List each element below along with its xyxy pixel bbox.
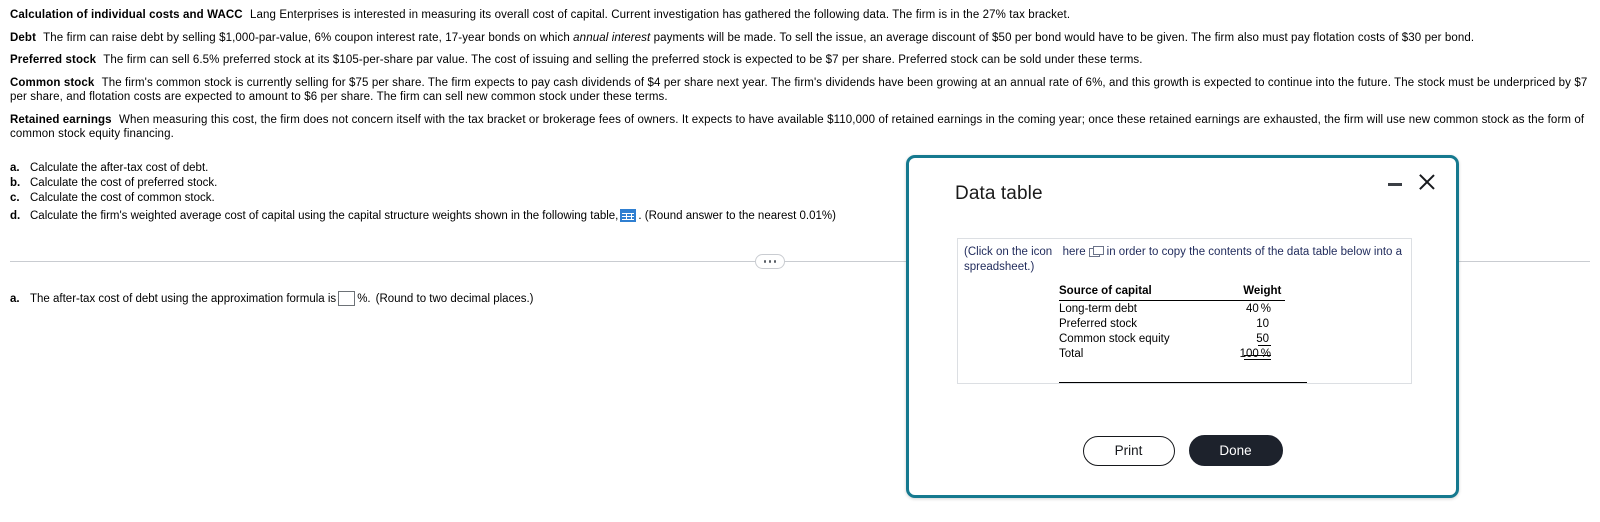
page-root: Calculation of individual costs and WACC… (0, 0, 1600, 522)
question-item-a: a. Calculate the after-tax cost of debt. (10, 161, 836, 176)
weight-value: 50 (1256, 333, 1269, 345)
table-bottom-rule (1059, 382, 1307, 384)
answer-text-before: The after-tax cost of debt using the app… (30, 292, 337, 305)
problem-intro-text: Lang Enterprises is interested in measur… (250, 9, 1071, 21)
debt-label: Debt (10, 31, 37, 44)
problem-intro-paragraph: Calculation of individual costs and WACC… (10, 8, 1592, 23)
question-label-b: b. (10, 177, 21, 189)
question-list: a. Calculate the after-tax cost of debt.… (10, 161, 836, 224)
common-stock-label: Common stock (10, 76, 95, 89)
weight-percent: % (1260, 303, 1271, 315)
question-text-a: Calculate the after-tax cost of debt. (30, 162, 209, 174)
retained-earnings-label: Retained earnings (10, 113, 112, 126)
problem-statement: Calculation of individual costs and WACC… (10, 8, 1592, 150)
print-button[interactable]: Print (1082, 435, 1175, 466)
question-text-b: Calculate the cost of preferred stock. (30, 177, 218, 189)
common-stock-text: The firm's common stock is currently sel… (10, 76, 1588, 104)
table-grid-icon[interactable] (620, 209, 637, 222)
debt-text-part1: The firm can raise debt by selling $1,00… (43, 31, 570, 44)
question-text-c: Calculate the cost of common stock. (30, 192, 215, 204)
preferred-stock-label: Preferred stock (10, 54, 97, 66)
cell-source-long-term-debt: Long-term debt (1059, 303, 1137, 315)
answer-unit: %. (357, 292, 371, 305)
answer-row-a: a. The after-tax cost of debt using the … (10, 291, 534, 306)
done-button[interactable]: Done (1188, 435, 1283, 466)
question-text-d: Calculate the firm's weighted average co… (30, 209, 836, 224)
preferred-stock-text: The firm can sell 6.5% preferred stock a… (103, 54, 1143, 66)
question-label-c: c. (10, 192, 20, 204)
question-label-d: d. (10, 210, 21, 222)
note-here-text: here (1062, 246, 1086, 258)
question-item-c: c. Calculate the cost of common stock. (10, 191, 836, 206)
table-row: Long-term debt 40% (1059, 301, 1285, 317)
debt-paragraph: Debt The firm can raise debt by selling … (10, 31, 1592, 46)
question-text-d-before: Calculate the firm's weighted average co… (30, 210, 619, 222)
copy-instruction-note: (Click on the icon here in order to copy … (964, 245, 1404, 275)
preferred-stock-paragraph: Preferred stock The firm can sell 6.5% p… (10, 53, 1592, 68)
dialog-content-box: (Click on the icon here in order to copy … (957, 238, 1412, 384)
weight-value: 100 (1239, 348, 1259, 360)
column-header-weight: Weight (1239, 285, 1285, 301)
cell-weight-long-term-debt: 40% (1240, 301, 1285, 317)
answer-text-after: (Round to two decimal places.) (375, 292, 534, 305)
problem-title: Calculation of individual costs and WACC (10, 9, 243, 21)
table-header-row: Source of capital Weight (1059, 285, 1285, 301)
dialog-title: Data table (955, 183, 1043, 204)
weight-percent: % (1260, 348, 1271, 360)
question-text-d-after: . (Round answer to the nearest 0.01%) (638, 210, 836, 222)
cell-weight-common-stock-equity: 50 (1240, 331, 1285, 346)
dot (773, 260, 777, 263)
close-icon[interactable] (1417, 172, 1437, 192)
question-label-a: a. (10, 162, 20, 174)
question-item-d: d. Calculate the firm's weighted average… (10, 209, 836, 224)
data-table-dialog: Data table (Click on the icon here in ord… (906, 155, 1459, 498)
dot (763, 260, 767, 263)
cell-weight-total: 100% (1240, 346, 1285, 361)
cell-weight-preferred-stock: 10 (1240, 316, 1285, 331)
cell-source-total: Total (1059, 348, 1084, 360)
weight-value: 10 (1256, 318, 1269, 330)
dot (768, 260, 772, 263)
common-stock-paragraph: Common stock The firm's common stock is … (10, 76, 1592, 105)
table-total-row: Total 100% (1059, 346, 1285, 361)
weights-data-table: Source of capital Weight Long-term debt … (1059, 285, 1285, 361)
column-header-source: Source of capital (1059, 285, 1240, 301)
answer-input-a[interactable] (338, 291, 356, 306)
minimize-icon[interactable] (1387, 175, 1404, 191)
weight-value: 40 (1245, 303, 1259, 315)
retained-earnings-paragraph: Retained earnings When measuring this co… (10, 113, 1592, 142)
more-dots-icon[interactable] (755, 254, 785, 269)
debt-text-part2: payments will be made. To sell the issue… (653, 31, 1475, 44)
answer-label-a: a. (10, 292, 20, 305)
cell-source-common-stock-equity: Common stock equity (1059, 333, 1170, 345)
cell-source-preferred-stock: Preferred stock (1059, 318, 1137, 330)
retained-earnings-text: When measuring this cost, the firm does … (10, 113, 1585, 141)
table-row: Preferred stock 10 (1059, 316, 1285, 331)
table-row: Common stock equity 50 (1059, 331, 1285, 346)
dialog-actions: Print Done (909, 435, 1456, 466)
copy-icon[interactable] (1088, 246, 1104, 257)
note-text-before: (Click on the icon (964, 246, 1053, 258)
question-item-b: b. Calculate the cost of preferred stock… (10, 176, 836, 191)
debt-italic-annual-interest: annual interest (573, 31, 651, 44)
